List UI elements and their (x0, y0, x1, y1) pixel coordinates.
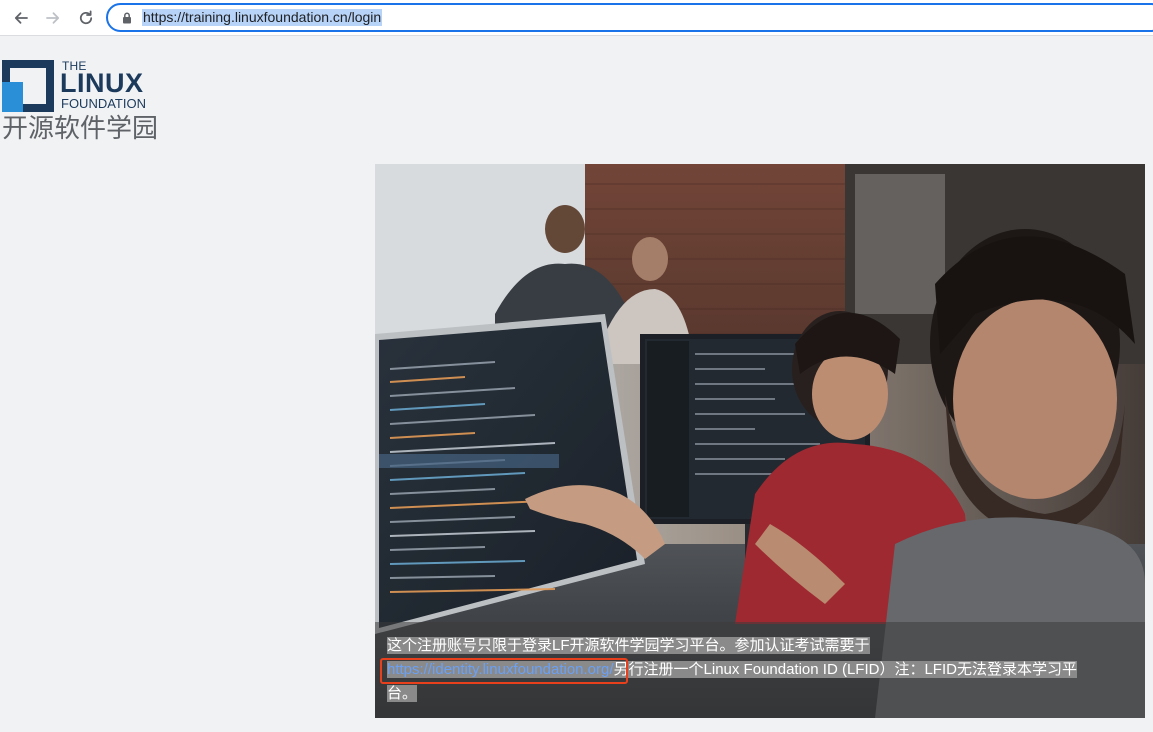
caption-text: 这个注册账号只限于登录LF开源软件学园学习平台。参加认证考试需要于 https:… (387, 634, 1135, 706)
identity-link[interactable]: https://identity.linuxfoundation.org/ (387, 661, 614, 678)
hero-image: 这个注册账号只限于登录LF开源软件学园学习平台。参加认证考试需要于 https:… (375, 164, 1145, 718)
logo-linux: LINUX (60, 68, 144, 98)
url-text[interactable]: https://training.linuxfoundation.cn/logi… (142, 9, 383, 26)
caption-line-3: 台。 (387, 685, 418, 702)
lf-logo-mark-icon (2, 60, 54, 112)
caption-line-2: 另行注册一个Linux Foundation ID (LFID）注：LFID无法… (613, 661, 1077, 678)
caption-line-1: 这个注册账号只限于登录LF开源软件学园学习平台。参加认证考试需要于 (387, 637, 870, 654)
logo-chinese-name: 开源软件学园 (2, 113, 159, 143)
hero-caption: 这个注册账号只限于登录LF开源软件学园学习平台。参加认证考试需要于 https:… (375, 622, 1145, 718)
logo-foundation: FOUNDATION (61, 96, 146, 111)
linux-foundation-logo[interactable]: THE LINUX FOUNDATION 开源软件学园 (2, 60, 162, 143)
forward-icon[interactable] (41, 6, 65, 30)
browser-toolbar: https://training.linuxfoundation.cn/logi… (0, 0, 1153, 36)
back-icon[interactable] (9, 6, 33, 30)
address-bar[interactable]: https://training.linuxfoundation.cn/logi… (106, 3, 1153, 32)
login-page: THE LINUX FOUNDATION 开源软件学园 这个注册账号只限于登录L… (0, 36, 1153, 732)
reload-icon[interactable] (74, 6, 98, 30)
lock-icon (123, 12, 131, 24)
